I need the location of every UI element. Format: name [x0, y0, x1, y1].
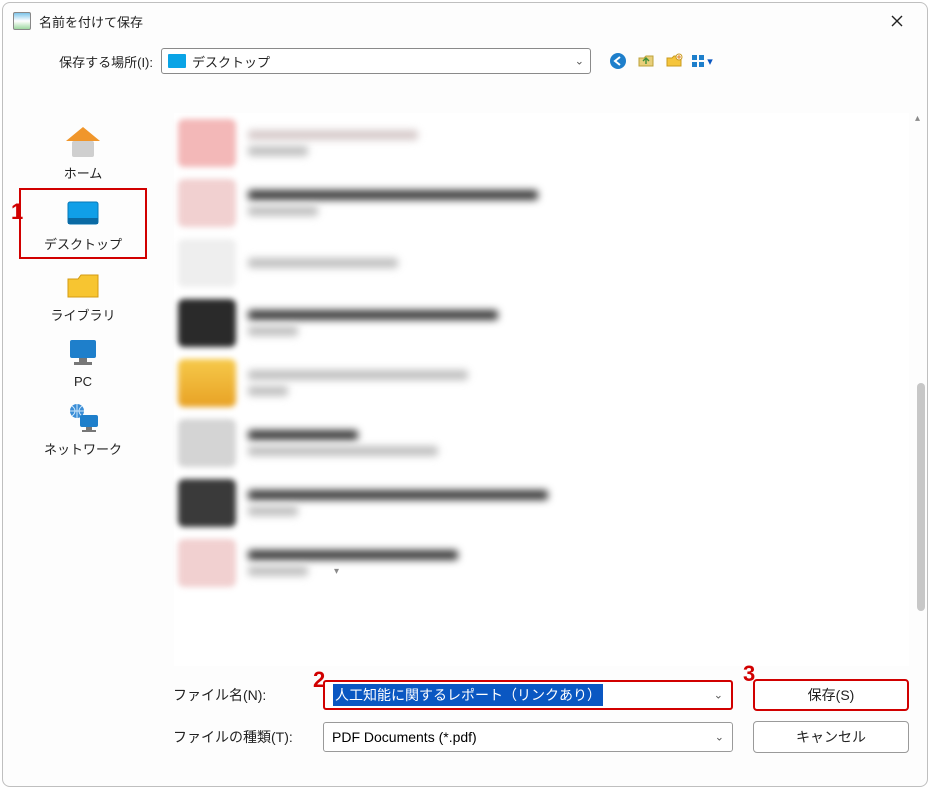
place-pc[interactable]: PC: [19, 330, 147, 393]
filename-value: 人工知能に関するレポート（リンクあり）: [333, 684, 603, 706]
home-icon: [62, 125, 104, 159]
chevron-down-icon: ⌄: [714, 689, 723, 702]
nav-toolbar: ▾: [607, 50, 713, 72]
file-list-area[interactable]: ▴ ▾: [163, 113, 927, 666]
annotation-1: 1: [11, 199, 23, 225]
view-grid-icon: [691, 54, 705, 68]
place-label: ホーム: [64, 163, 103, 182]
new-folder-button[interactable]: [663, 50, 685, 72]
up-button[interactable]: [635, 50, 657, 72]
filetype-combo[interactable]: PDF Documents (*.pdf) ⌄: [323, 722, 733, 752]
location-combo[interactable]: デスクトップ ⌄: [161, 48, 591, 74]
bottom-panel: ファイル名(N): 人工知能に関するレポート（リンクあり） ⌄ 保存(S) ファ…: [173, 674, 909, 774]
chevron-down-icon: ⌄: [715, 731, 724, 744]
save-as-dialog: 名前を付けて保存 保存する場所(I): デスクトップ ⌄ ▾: [2, 2, 928, 787]
pc-icon: [62, 336, 104, 370]
chevron-down-icon: ⌄: [575, 55, 584, 68]
filetype-value: PDF Documents (*.pdf): [332, 729, 477, 745]
back-icon: [609, 52, 627, 70]
vertical-scrollbar[interactable]: [917, 123, 925, 621]
location-row: 保存する場所(I): デスクトップ ⌄ ▾: [3, 39, 927, 83]
close-button[interactable]: [877, 6, 917, 36]
view-menu-button[interactable]: ▾: [691, 50, 713, 72]
back-button[interactable]: [607, 50, 629, 72]
annotation-3: 3: [743, 661, 755, 687]
place-desktop[interactable]: デスクトップ: [19, 188, 147, 259]
cancel-button[interactable]: キャンセル: [753, 721, 909, 753]
place-label: デスクトップ: [44, 234, 122, 253]
close-icon: [890, 14, 904, 28]
filename-label: ファイル名(N):: [173, 685, 313, 705]
location-label: 保存する場所(I):: [33, 52, 153, 71]
app-icon: [13, 12, 31, 30]
up-folder-icon: [637, 52, 655, 70]
desktop-icon: [168, 54, 186, 68]
places-bar: ホーム デスクトップ ライブラリ PC: [3, 113, 163, 666]
place-label: PC: [74, 374, 92, 389]
library-icon: [62, 267, 104, 301]
filename-field[interactable]: 人工知能に関するレポート（リンクあり） ⌄: [323, 680, 733, 710]
place-label: ネットワーク: [44, 439, 122, 458]
dropdown-caret-icon: ▾: [707, 55, 713, 68]
filetype-label: ファイルの種類(T):: [173, 727, 313, 747]
place-home[interactable]: ホーム: [19, 119, 147, 186]
titlebar: 名前を付けて保存: [3, 3, 927, 39]
place-label: ライブラリ: [50, 305, 115, 324]
place-library[interactable]: ライブラリ: [19, 261, 147, 328]
file-list: [174, 113, 909, 666]
place-network[interactable]: ネットワーク: [19, 395, 147, 462]
dialog-title: 名前を付けて保存: [39, 12, 143, 31]
new-folder-icon: [665, 52, 683, 70]
save-button[interactable]: 保存(S): [753, 679, 909, 711]
annotation-2: 2: [313, 667, 325, 693]
location-value: デスクトップ: [192, 52, 270, 71]
scroll-up-arrow[interactable]: ▴: [915, 113, 925, 123]
main-area: ホーム デスクトップ ライブラリ PC: [3, 113, 927, 666]
scroll-down-arrow[interactable]: ▾: [334, 566, 344, 666]
desktop-icon: [62, 196, 104, 230]
network-icon: [62, 401, 104, 435]
